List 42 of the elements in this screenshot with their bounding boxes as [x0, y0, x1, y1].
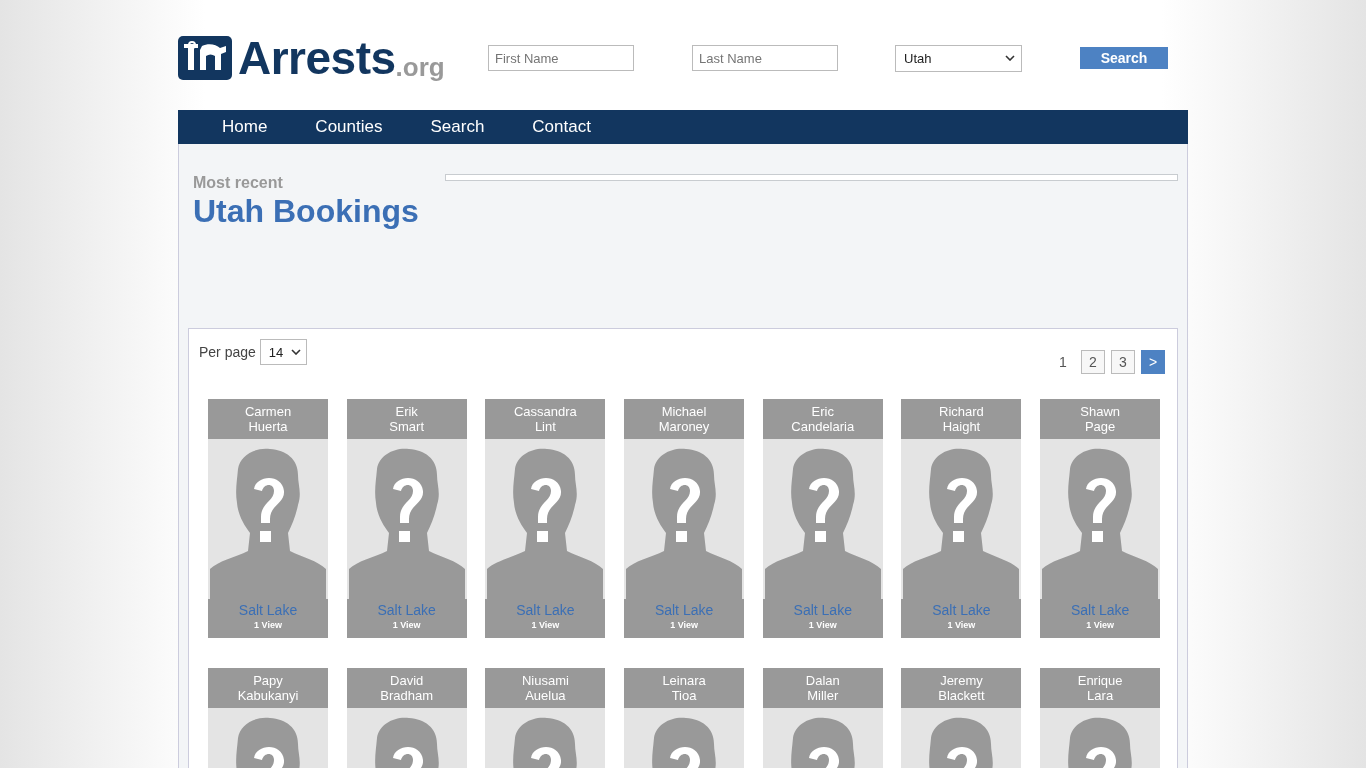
per-page-select[interactable]: 14 — [259, 339, 307, 365]
county-link[interactable]: Salt Lake — [516, 602, 575, 618]
county-link[interactable]: Salt Lake — [793, 602, 852, 618]
view-count: 1 View — [392, 620, 421, 630]
nav-link[interactable]: Search — [430, 117, 485, 137]
search-button[interactable]: Search — [1080, 47, 1168, 69]
county-link[interactable]: Salt Lake — [932, 602, 991, 618]
person-name[interactable]: Cassandra Lint — [485, 399, 606, 439]
view-count: 1 View — [1086, 620, 1115, 630]
next-page-button[interactable]: > — [1141, 350, 1165, 374]
person-name[interactable]: Eric Candelaria — [762, 399, 883, 439]
nav-link[interactable]: Contact — [532, 117, 591, 137]
person-name[interactable]: Carmen Huerta — [208, 399, 328, 439]
person-name[interactable]: Erik Smart — [346, 399, 467, 439]
per-page-label: Per page — [199, 344, 256, 360]
first-name-field[interactable]: First Name — [488, 45, 634, 71]
chevron-icon — [1005, 55, 1015, 61]
page-title: Utah Bookings — [193, 192, 420, 230]
view-count: 1 View — [254, 620, 282, 630]
logo-suffix: .org — [395, 54, 445, 80]
person-name[interactable]: Shawn Page — [1040, 399, 1161, 439]
county-link[interactable]: Salt Lake — [654, 602, 714, 618]
person-name[interactable]: Michael Maroney — [624, 399, 745, 439]
last-name-field[interactable]: Last Name — [692, 45, 838, 71]
page-link[interactable]: 3 — [1111, 350, 1135, 374]
view-count: 1 View — [808, 620, 837, 630]
county-link[interactable]: Salt Lake — [377, 602, 436, 618]
logo-icon — [178, 36, 232, 80]
view-count: 1 View — [531, 620, 560, 630]
page-link[interactable]: 2 — [1081, 350, 1105, 374]
chevron-icon — [290, 349, 301, 355]
page-link[interactable]: 1 — [1051, 350, 1075, 374]
view-count: 1 View — [670, 620, 698, 630]
heading-kicker: Most recent — [193, 174, 284, 192]
nav-link[interactable]: Counties — [315, 117, 383, 137]
person-name[interactable]: Richard Haight — [901, 399, 1022, 439]
county-link[interactable]: Salt Lake — [238, 602, 298, 618]
state-select[interactable]: Utah — [895, 44, 1022, 72]
county-link[interactable]: Salt Lake — [1070, 602, 1130, 618]
view-count: 1 View — [947, 620, 976, 630]
logo-name: Arrests — [238, 36, 396, 80]
nav-link[interactable]: Home — [222, 117, 268, 137]
